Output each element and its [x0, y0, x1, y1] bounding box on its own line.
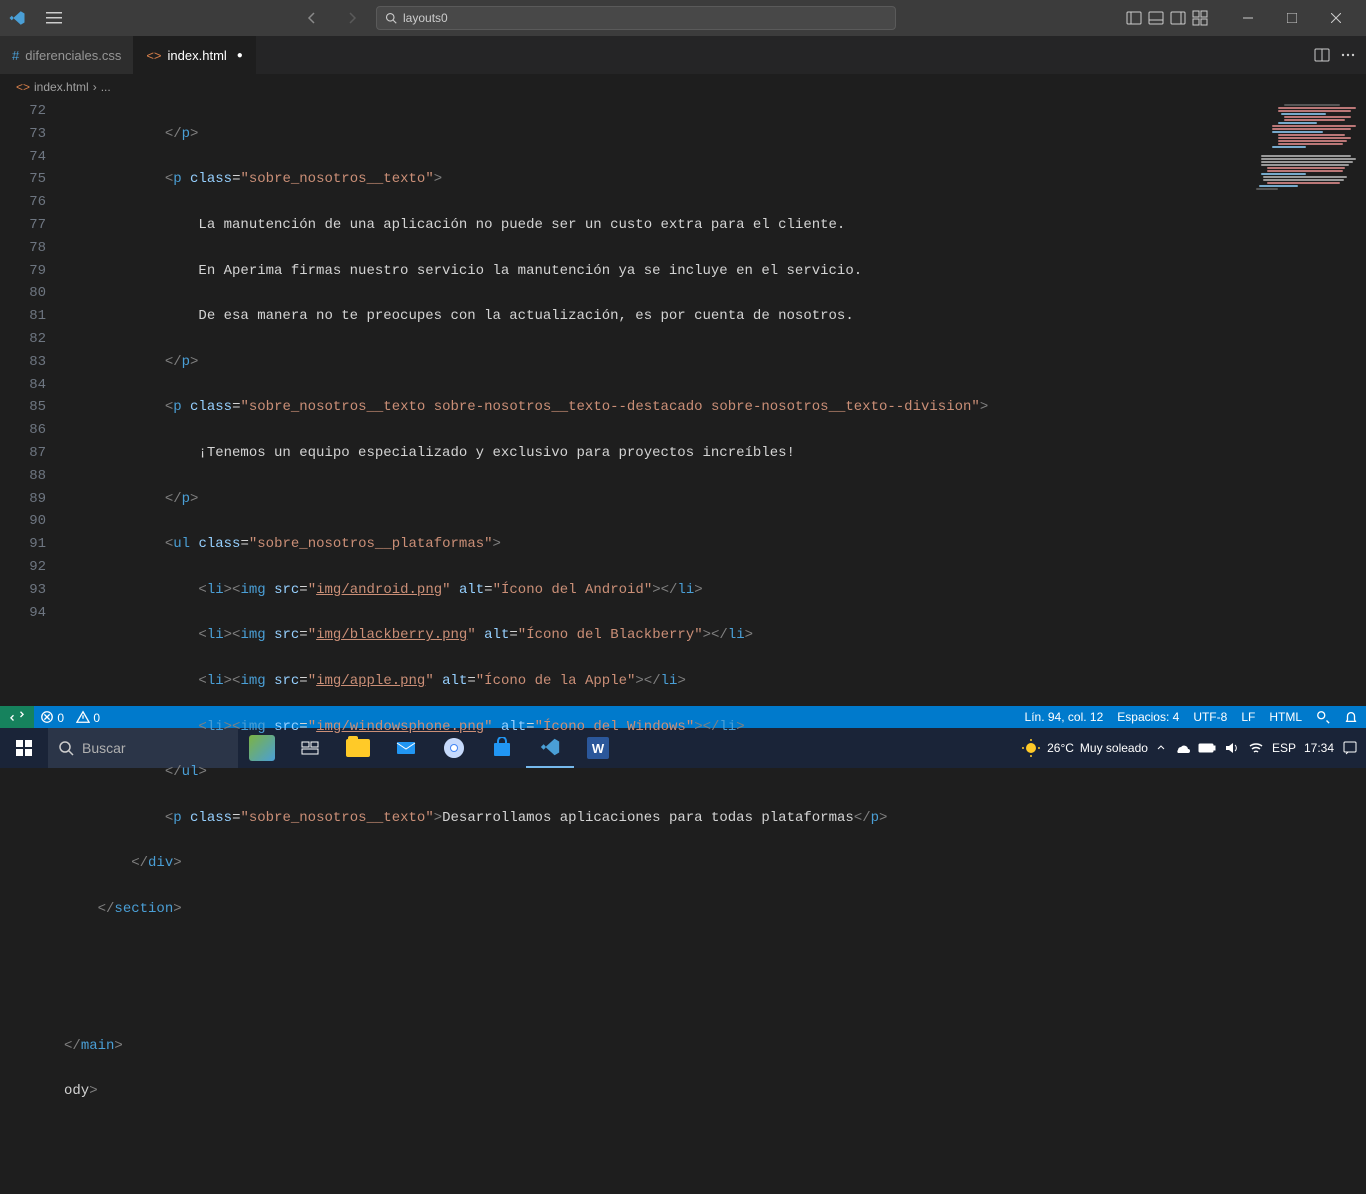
split-editor-icon[interactable]: [1314, 47, 1330, 63]
search-text: layouts0: [403, 11, 448, 25]
tray-wifi-icon[interactable]: [1248, 740, 1264, 756]
minimap[interactable]: [1246, 100, 1366, 706]
breadcrumb-more: ...: [101, 80, 111, 94]
command-center-search[interactable]: layouts0: [376, 6, 896, 30]
nav-back-icon[interactable]: [300, 6, 324, 30]
css-file-icon: #: [12, 48, 19, 63]
tray-action-center-icon[interactable]: [1342, 740, 1358, 756]
tray-language[interactable]: ESP: [1272, 741, 1296, 755]
breadcrumb[interactable]: <> index.html › ...: [0, 74, 1366, 100]
breadcrumb-separator: ›: [93, 80, 97, 94]
title-bar: layouts0: [0, 0, 1366, 36]
html-file-icon: <>: [146, 48, 161, 63]
menu-icon[interactable]: [38, 6, 70, 30]
breadcrumb-file: index.html: [34, 80, 89, 94]
tab-label: diferenciales.css: [25, 48, 121, 63]
html-file-icon: <>: [16, 80, 30, 94]
start-button[interactable]: [0, 728, 48, 768]
feedback-icon[interactable]: [1316, 710, 1330, 724]
nav-forward-icon[interactable]: [340, 6, 364, 30]
more-actions-icon[interactable]: [1340, 47, 1356, 63]
editor-tabs: # diferenciales.css <> index.html: [0, 36, 1366, 74]
search-icon: [385, 12, 397, 24]
tray-clock[interactable]: 17:34: [1304, 741, 1334, 755]
layout-sidebar-right-icon[interactable]: [1170, 10, 1186, 26]
layout-sidebar-left-icon[interactable]: [1126, 10, 1142, 26]
maximize-button[interactable]: [1270, 0, 1314, 36]
line-number-gutter: 7273747576777879808182838485868788899091…: [0, 100, 64, 706]
tab-label: index.html: [168, 48, 227, 63]
layout-customize-icon[interactable]: [1192, 10, 1208, 26]
tab-diferenciales-css[interactable]: # diferenciales.css: [0, 36, 134, 74]
vscode-logo-icon: [8, 9, 38, 27]
errors-indicator[interactable]: 0: [40, 710, 64, 725]
minimize-button[interactable]: [1226, 0, 1270, 36]
layout-panel-icon[interactable]: [1148, 10, 1164, 26]
language-mode[interactable]: HTML: [1269, 710, 1302, 724]
notifications-icon[interactable]: [1344, 710, 1358, 724]
editor: 7273747576777879808182838485868788899091…: [0, 100, 1366, 706]
tab-index-html[interactable]: <> index.html: [134, 36, 255, 74]
remote-button[interactable]: [0, 706, 34, 728]
code-content[interactable]: </p> <p class="sobre_nosotros__texto"> L…: [64, 100, 1246, 706]
close-button[interactable]: [1314, 0, 1358, 36]
